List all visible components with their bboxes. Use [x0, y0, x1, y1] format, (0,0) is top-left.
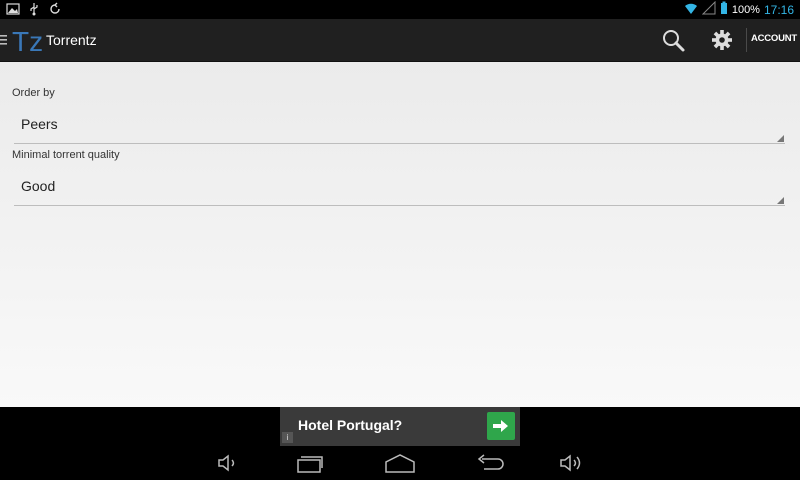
wifi-icon: [684, 1, 698, 18]
sync-icon: [48, 2, 62, 19]
clock: 17:16: [763, 2, 794, 17]
action-divider: [746, 28, 747, 52]
order-by-value: Peers: [21, 116, 58, 132]
status-bar: 100% 17:16: [0, 0, 800, 19]
back-icon[interactable]: [474, 452, 506, 474]
gear-icon[interactable]: [708, 30, 736, 57]
signal-icon: [701, 1, 716, 18]
app-logo[interactable]: Tz: [12, 24, 43, 57]
home-icon[interactable]: [384, 452, 416, 474]
order-by-label: Order by: [12, 87, 55, 99]
status-bar-system: 100% 17:16: [684, 1, 794, 18]
ad-title[interactable]: Hotel Portugal?: [298, 417, 402, 433]
drawer-icon[interactable]: [0, 33, 8, 45]
usb-icon: [27, 2, 41, 19]
info-icon[interactable]: i: [282, 432, 293, 443]
quality-label: Minimal torrent quality: [12, 149, 120, 161]
battery-icon: [720, 1, 728, 18]
arrow-right-icon: [493, 420, 508, 432]
volume-up-icon[interactable]: [556, 452, 588, 474]
settings-content: Order by Peers Minimal torrent quality G…: [0, 62, 800, 407]
image-notification-icon: [6, 2, 20, 19]
order-by-spinner[interactable]: Peers: [14, 107, 785, 144]
nav-bar: [0, 446, 800, 480]
action-bar: Tz Torrentz ACCOUNT: [0, 19, 800, 63]
recent-apps-icon[interactable]: [295, 452, 327, 474]
volume-down-icon[interactable]: [212, 452, 244, 474]
spinner-arrow-icon: [777, 197, 784, 204]
status-bar-notifications: [6, 2, 62, 19]
quality-value: Good: [21, 178, 56, 194]
quality-spinner[interactable]: Good: [14, 169, 785, 206]
ad-bar: Hotel Portugal? i: [0, 407, 800, 446]
ad-banner[interactable]: Hotel Portugal? i: [280, 407, 520, 446]
ad-cta-button[interactable]: [487, 412, 515, 440]
app-title: Torrentz: [46, 32, 97, 48]
account-button[interactable]: ACCOUNT: [750, 33, 798, 44]
battery-percent: 100%: [731, 3, 760, 16]
search-button[interactable]: [660, 27, 688, 53]
spinner-arrow-icon: [777, 135, 784, 142]
app-logo-text: Tz: [12, 26, 42, 56]
search-icon[interactable]: [660, 30, 688, 57]
settings-button[interactable]: [708, 27, 736, 53]
